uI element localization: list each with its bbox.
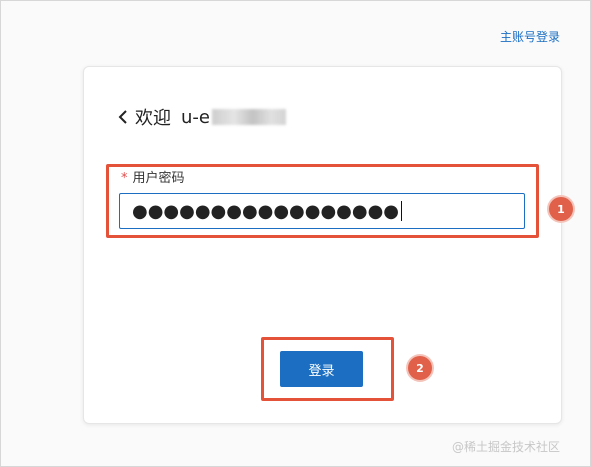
step-badge-1: 1 [549,197,573,221]
text-caret [401,201,403,221]
step-badge-2: 2 [408,356,432,380]
password-label-text: 用户密码 [132,171,185,186]
welcome-text: 欢迎 [135,108,171,129]
password-label: * 用户密码 [121,167,185,186]
master-account-login-link[interactable]: 主账号登录 [500,28,560,45]
username-prefix: u-e [181,106,210,128]
username-redacted [211,109,286,125]
password-masked-value: ●●●●●●●●●●●●●●●●● [132,200,400,222]
login-button[interactable]: 登录 [280,351,363,387]
watermark: @稀土掘金技术社区 [452,440,561,454]
welcome-title: 欢迎 u-e [117,104,286,130]
back-chevron-icon[interactable] [117,108,131,126]
required-mark: * [121,171,128,186]
password-input[interactable]: ●●●●●●●●●●●●●●●●● [119,193,525,229]
